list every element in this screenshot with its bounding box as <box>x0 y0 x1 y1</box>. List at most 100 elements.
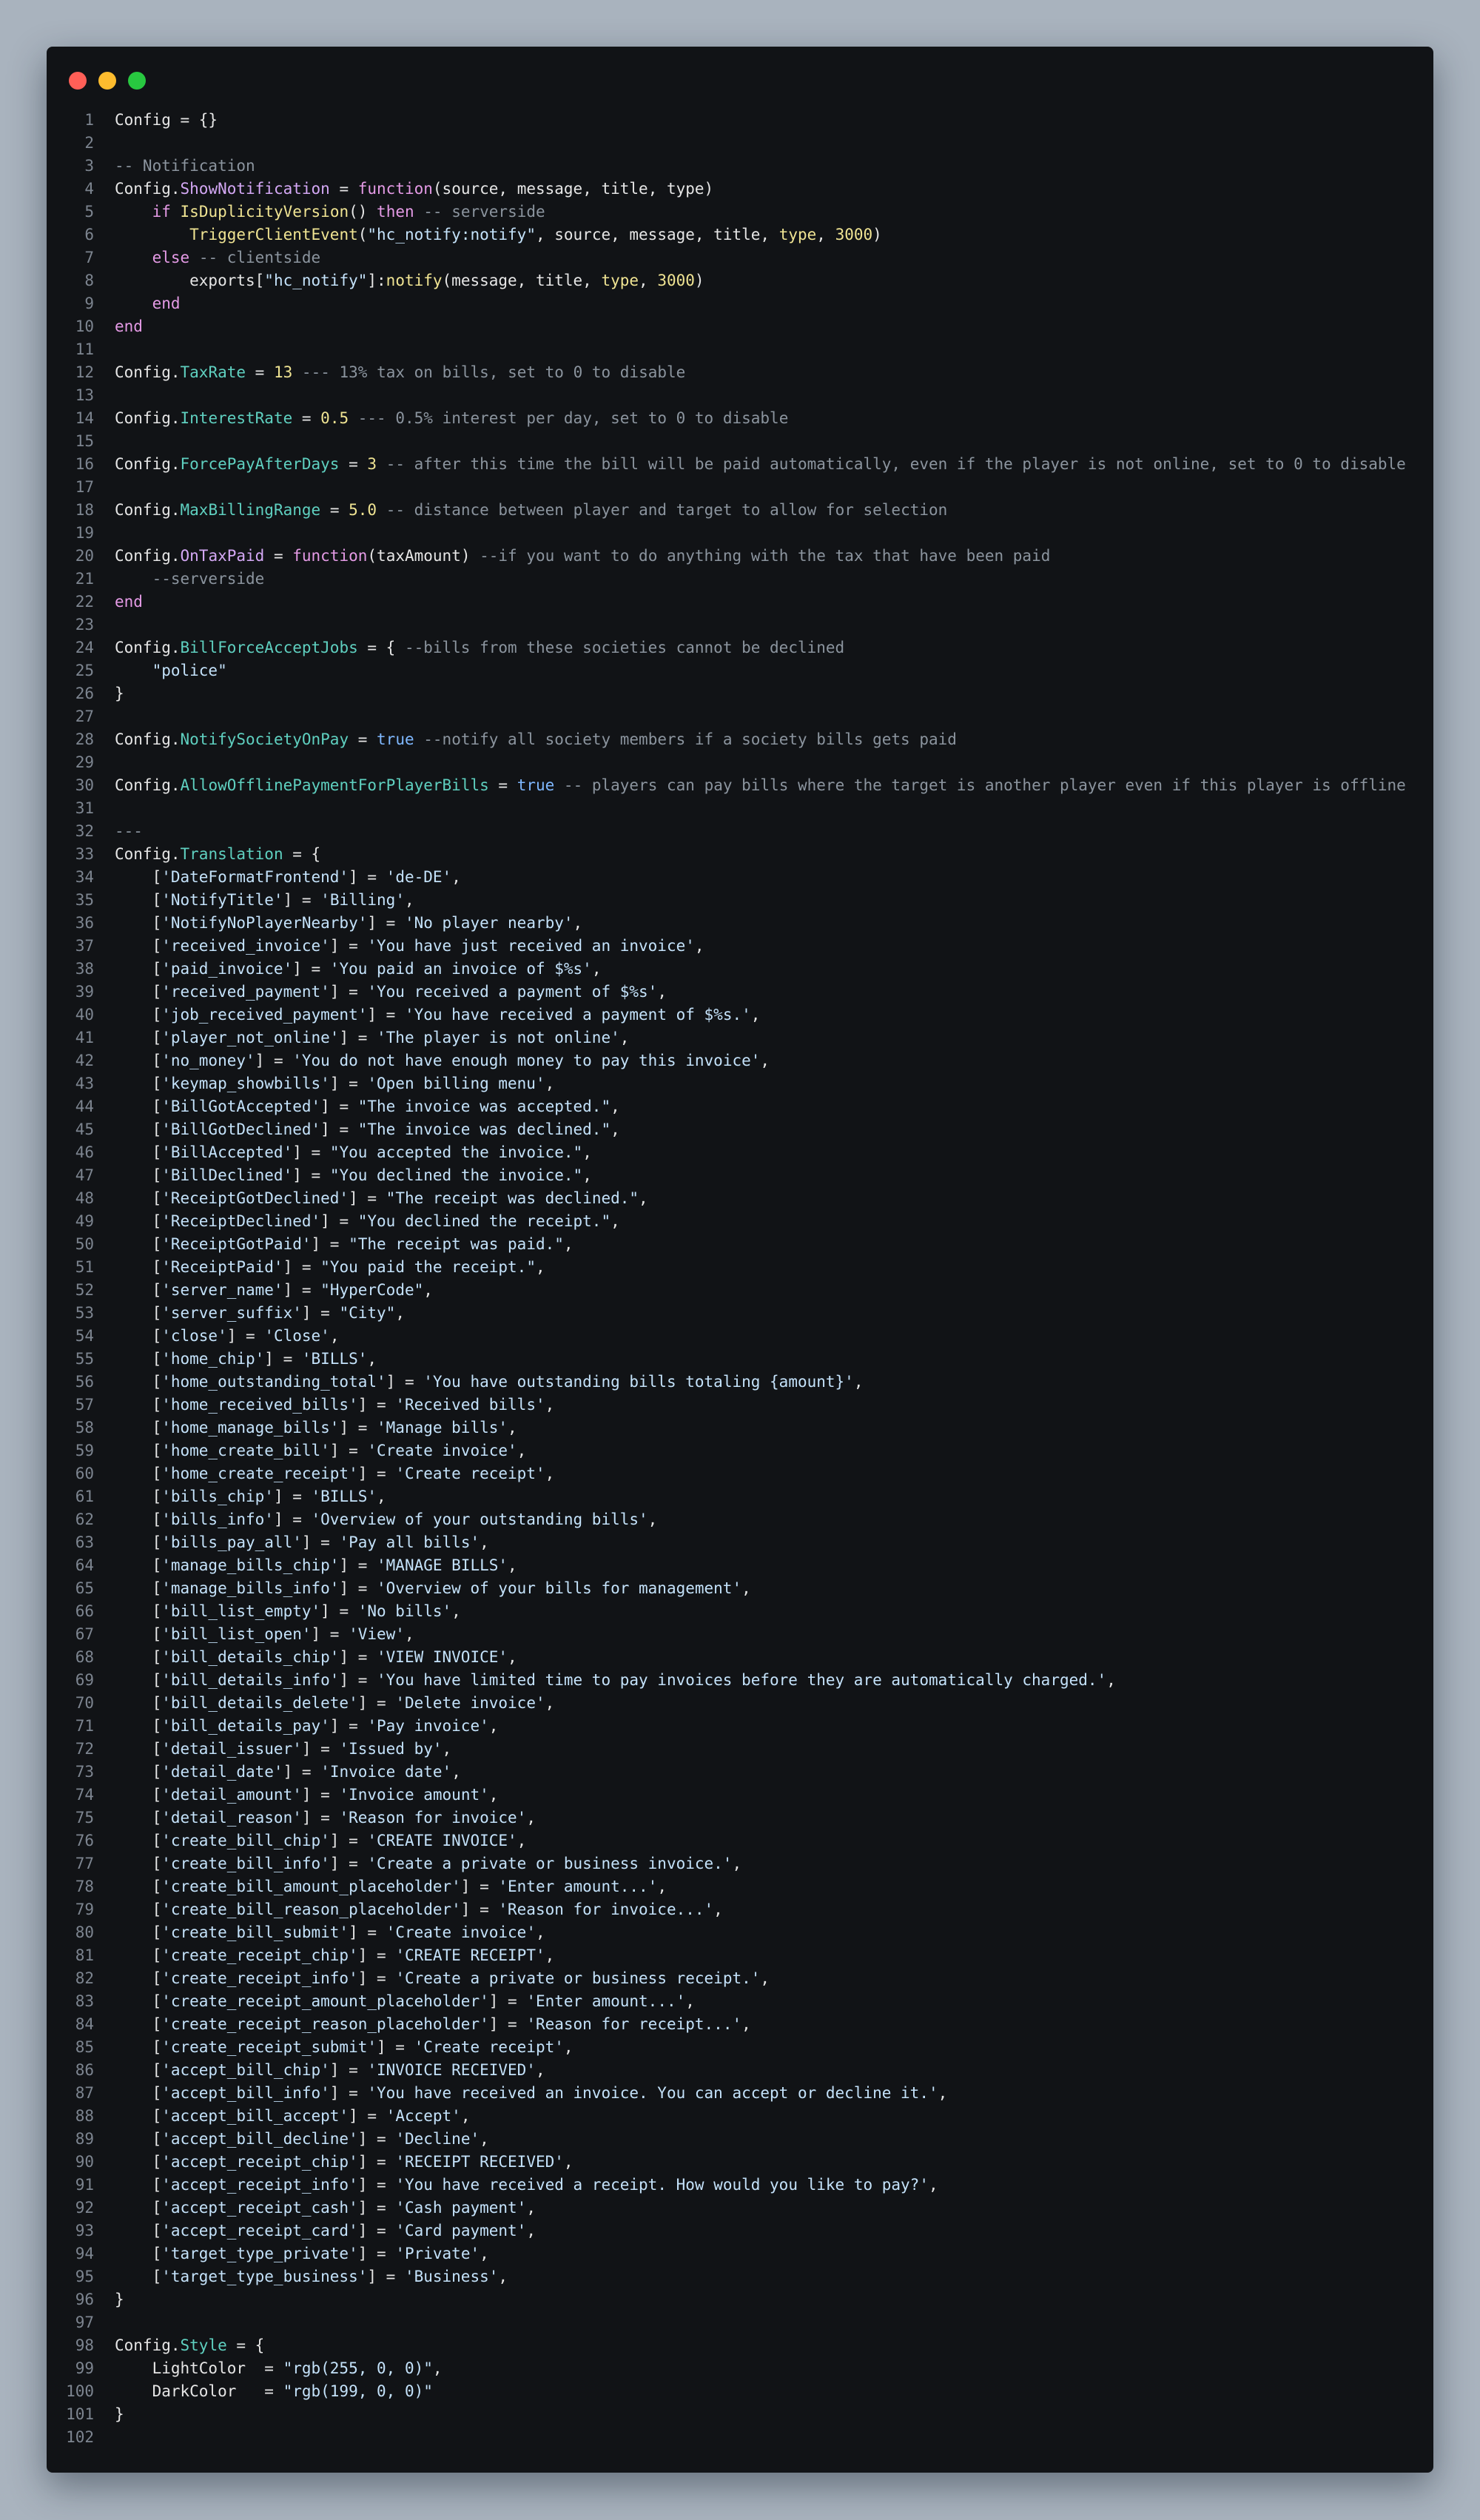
code-token: BillForceAcceptJobs <box>180 639 358 656</box>
close-window-button[interactable] <box>69 72 87 90</box>
code-token: 'Cash payment' <box>395 2199 527 2217</box>
code-token: 'bills_info' <box>161 1511 274 1528</box>
line-code: ['BillAccepted'] = "You accepted the inv… <box>94 1141 592 1164</box>
code-token: Config. <box>115 363 181 381</box>
line-code: ['ReceiptDeclined'] = "You declined the … <box>94 1210 620 1233</box>
code-token: [ <box>115 1373 162 1391</box>
code-token: ] = <box>460 1901 499 1918</box>
line-number: 94 <box>75 2245 94 2262</box>
line-number: 46 <box>75 1143 94 1161</box>
line-number: 88 <box>75 2107 94 2125</box>
code-token: 'home_outstanding_total' <box>161 1373 386 1391</box>
code-token: [ <box>115 2084 162 2102</box>
code-token: type <box>601 272 639 289</box>
line-number: 41 <box>75 1029 94 1046</box>
code-token: 'bill_details_info' <box>161 1671 340 1689</box>
code-token: ] = <box>357 2176 396 2194</box>
code-token: 'accept_receipt_card' <box>161 2222 358 2240</box>
code-line: 73 ['detail_date'] = 'Invoice date', <box>47 1761 1433 1784</box>
code-token: 'bill_details_delete' <box>161 1694 358 1712</box>
code-line: 43 ['keymap_showbills'] = 'Open billing … <box>47 1072 1433 1095</box>
code-token: [ <box>115 2061 162 2079</box>
code-token: , <box>451 1602 461 1620</box>
code-line: 63 ['bills_pay_all'] = 'Pay all bills', <box>47 1531 1433 1554</box>
code-token: ] = <box>255 1052 293 1069</box>
code-token: ] = <box>367 1006 405 1024</box>
code-token: = { <box>283 845 321 863</box>
code-line: 60 ['home_create_receipt'] = 'Create rec… <box>47 1462 1433 1485</box>
line-code: Config.MaxBillingRange = 5.0 -- distance… <box>94 499 947 522</box>
zoom-window-button[interactable] <box>128 72 146 90</box>
code-window: 1 Config = {} 2 3 -- Notification 4 Config.Sho… <box>47 47 1433 2473</box>
line-number: 7 <box>84 249 94 266</box>
line-number: 52 <box>75 1281 94 1299</box>
code-token: , <box>517 1832 527 1849</box>
code-token: , <box>732 1855 742 1872</box>
line-number: 76 <box>75 1832 94 1849</box>
code-token: 'You have just received an invoice' <box>367 937 695 955</box>
line-code: if IsDuplicityVersion() then -- serversi… <box>94 201 545 224</box>
line-number: 38 <box>75 960 94 978</box>
code-token: ] = <box>488 1992 527 2010</box>
line-number: 96 <box>75 2291 94 2308</box>
line-number: 62 <box>75 1511 94 1528</box>
line-code: ['detail_amount'] = 'Invoice amount', <box>94 1784 499 1807</box>
code-token: -- clientside <box>198 249 321 266</box>
code-token: 'Create receipt' <box>414 2038 564 2056</box>
code-token: , <box>508 1419 517 1437</box>
line-code: ['create_bill_submit'] = 'Create invoice… <box>94 1921 545 1944</box>
line-code: ['accept_bill_info'] = 'You have receive… <box>94 2082 948 2105</box>
code-token: , <box>508 1648 517 1666</box>
code-token: ] = <box>339 1579 377 1597</box>
code-token: 'You do not have enough money to pay thi… <box>292 1052 761 1069</box>
code-token: ] = <box>311 1235 349 1253</box>
code-token: = <box>349 730 377 748</box>
code-token: , <box>432 2359 443 2377</box>
code-token: 'received_invoice' <box>161 937 330 955</box>
code-line: 65 ['manage_bills_info'] = 'Overview of … <box>47 1577 1433 1600</box>
code-token: [ <box>115 1694 162 1712</box>
code-token: [ <box>115 1258 162 1276</box>
code-token: , <box>535 1923 545 1941</box>
code-line: 51 ['ReceiptPaid'] = "You paid the recei… <box>47 1256 1433 1279</box>
code-token: [ <box>115 2153 162 2171</box>
code-token: , <box>460 2107 471 2125</box>
code-token: LightColor = <box>115 2359 283 2377</box>
code-token: MaxBillingRange <box>180 501 321 519</box>
code-token: Config. <box>115 501 181 519</box>
code-line: 18 Config.MaxBillingRange = 5.0 -- distan… <box>47 499 1433 522</box>
code-token: "rgb(255, 0, 0)" <box>283 2359 433 2377</box>
code-line: 93 ['accept_receipt_card'] = 'Card payme… <box>47 2220 1433 2242</box>
line-number: 63 <box>75 1533 94 1551</box>
code-token: Translation <box>180 845 283 863</box>
code-token: OnTaxPaid <box>180 547 265 565</box>
line-code: ['home_chip'] = 'BILLS', <box>94 1348 377 1371</box>
line-number: 54 <box>75 1327 94 1345</box>
line-number: 71 <box>75 1717 94 1735</box>
code-token: 'target_type_business' <box>161 2268 368 2285</box>
code-token: [ <box>115 1533 162 1551</box>
code-token: 'BillAccepted' <box>161 1143 293 1161</box>
line-code: ['home_manage_bills'] = 'Manage bills', <box>94 1417 517 1439</box>
code-line: 24 Config.BillForceAcceptJobs = { --bills… <box>47 636 1433 659</box>
code-token: [ <box>115 1901 162 1918</box>
line-code: ['DateFormatFrontend'] = 'de-DE', <box>94 866 461 889</box>
code-editor[interactable]: 1 Config = {} 2 3 -- Notification 4 Config.Sho… <box>47 109 1433 2449</box>
code-token: , <box>517 1442 527 1459</box>
code-token: [ <box>115 1878 162 1895</box>
code-token: exports[ <box>115 272 265 289</box>
code-token: ] = <box>301 1740 340 1758</box>
code-token: 'bills_chip' <box>161 1488 274 1505</box>
code-token: ] = <box>349 1189 386 1207</box>
code-token: [ <box>115 1419 162 1437</box>
code-token: 'create_receipt_chip' <box>161 1946 358 1964</box>
code-token: [ <box>115 1006 162 1024</box>
code-token: [ <box>115 1396 162 1414</box>
line-code: ['bill_details_chip'] = 'VIEW INVOICE', <box>94 1646 517 1669</box>
minimize-window-button[interactable] <box>98 72 116 90</box>
code-token: 'Enter amount...' <box>526 1992 686 2010</box>
code-token: ] = <box>320 1098 358 1115</box>
code-token: , <box>442 1740 452 1758</box>
